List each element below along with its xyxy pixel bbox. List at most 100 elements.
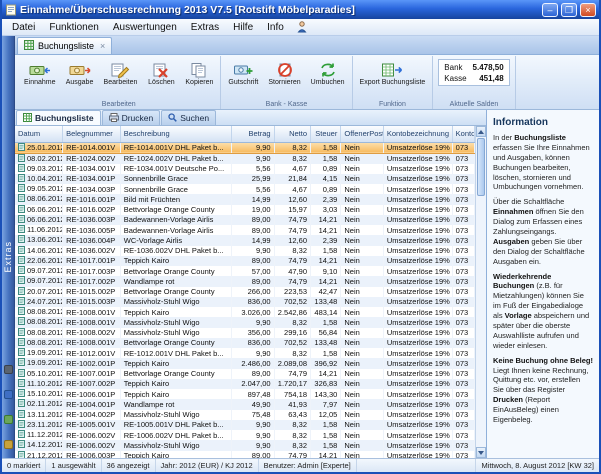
table-row[interactable]: 19.09.2012RE-1002.001PTeppich Kairo2.486… bbox=[15, 358, 475, 368]
extras-icon-4[interactable] bbox=[4, 436, 13, 454]
cell-steuer: 14,21 bbox=[311, 256, 341, 266]
column-header-kontobezeichnung[interactable]: Kontobezeichnung bbox=[383, 126, 452, 142]
cell-datum: 21.12.2012 bbox=[15, 451, 63, 459]
table-row[interactable]: 08.06.2012RE-1016.001PBild mit Früchten1… bbox=[15, 194, 475, 204]
cell-kontobezeichnung: Umsatzerlöse 19% bbox=[383, 358, 452, 368]
table-row[interactable]: 19.09.2012RE-1012.001VRE-1012.001V DHL P… bbox=[15, 348, 475, 358]
table-row[interactable]: 13.11.2012RE-1004.002PMassivholz-Stuhl W… bbox=[15, 410, 475, 420]
table-row[interactable]: 08.08.2012RE-1008.002VMassivholz-Stuhl W… bbox=[15, 328, 475, 338]
cell-kontobezeichnung: Umsatzerlöse 19% bbox=[383, 338, 452, 348]
menu-hilfe[interactable]: Hilfe bbox=[226, 21, 260, 34]
status-segment-4: Benutzer: Admin [Experte] bbox=[259, 459, 357, 472]
view-tab-drucken[interactable]: Drucken bbox=[102, 110, 161, 125]
scrollbar-track[interactable] bbox=[476, 137, 486, 447]
table-row[interactable]: 09.07.2012RE-1017.003PBettvorlage Orange… bbox=[15, 266, 475, 276]
cell-steuer: 14,21 bbox=[311, 276, 341, 286]
table-row[interactable]: 11.10.2012RE-1007.002PTeppich Kairo2.047… bbox=[15, 379, 475, 389]
column-header-belegnummer[interactable]: Belegnummer bbox=[63, 126, 121, 142]
column-header-konto[interactable]: Konto bbox=[452, 126, 474, 142]
table-row[interactable]: 06.06.2012RE-1036.003PBadewannen-Vorlage… bbox=[15, 215, 475, 225]
assistant-icon[interactable] bbox=[297, 21, 307, 33]
cell-netto: 12,60 bbox=[274, 235, 310, 245]
extras-icon-2[interactable] bbox=[4, 386, 13, 404]
cell-steuer: 1,58 bbox=[311, 430, 341, 440]
toolbar-button-l-schen[interactable]: Löschen bbox=[143, 58, 179, 88]
cell-datum: 19.09.2012 bbox=[15, 348, 63, 358]
minimize-button[interactable]: – bbox=[542, 3, 558, 17]
table-row[interactable]: 23.11.2012RE-1005.001VRE-1005.001V DHL P… bbox=[15, 420, 475, 430]
table-row[interactable]: 15.10.2012RE-1006.001PTeppich Kairo897,4… bbox=[15, 389, 475, 399]
table-row[interactable]: 08.08.2012RE-1008.001VBettvorlage Orange… bbox=[15, 338, 475, 348]
table-row[interactable]: 06.06.2012RE-1016.002PBettvorlage Orange… bbox=[15, 205, 475, 215]
cell-datum: 05.10.2012 bbox=[15, 369, 63, 379]
menu-info[interactable]: Info bbox=[260, 21, 291, 34]
table-row[interactable]: 08.02.2012RE-1024.002VRE-1024.002V DHL P… bbox=[15, 153, 475, 164]
toolbar-button-kopieren[interactable]: Kopieren bbox=[181, 58, 217, 88]
view-tab-suchen[interactable]: Suchen bbox=[161, 110, 216, 125]
toolbar-button-export-buchungsliste[interactable]: Export Buchungsliste bbox=[356, 58, 430, 88]
close-button[interactable]: × bbox=[580, 3, 596, 17]
table-row[interactable]: 24.07.2012RE-1015.003PMassivholz-Stuhl W… bbox=[15, 297, 475, 307]
table-row[interactable]: 25.01.2012RE-1014.001VRE-1014.001V DHL P… bbox=[15, 142, 475, 153]
cell-beschreibung: Teppich Kairo bbox=[120, 451, 231, 459]
table-row[interactable]: 14.12.2012RE-1006.002VMassivholz-Stuhl W… bbox=[15, 440, 475, 450]
table-row[interactable]: 05.10.2012RE-1007.001PBettvorlage Orange… bbox=[15, 369, 475, 379]
cell-konto: 073 bbox=[452, 389, 474, 399]
cell-steuer: 2,39 bbox=[311, 235, 341, 245]
table-row[interactable]: 11.12.2012RE-1006.002VRE-1006.002V DHL P… bbox=[15, 430, 475, 440]
toolbar-button-ausgabe[interactable]: Ausgabe bbox=[62, 58, 98, 88]
table-row[interactable]: 22.06.2012RE-1017.001PTeppich Kairo89,00… bbox=[15, 256, 475, 266]
cell-betrag: 19,00 bbox=[232, 205, 275, 215]
toolbar-button-gutschrift[interactable]: Gutschrift bbox=[224, 58, 262, 88]
cell-datum: 23.11.2012 bbox=[15, 420, 63, 430]
menu-auswertungen[interactable]: Auswertungen bbox=[106, 21, 184, 34]
stornieren-icon bbox=[276, 61, 294, 78]
table-row[interactable]: 09.05.2012RE-1034.003PSonnenbrille Grace… bbox=[15, 184, 475, 194]
table-row[interactable]: 09.07.2012RE-1017.002PWandlampe rot89,00… bbox=[15, 276, 475, 286]
toolbar-button-einnahme[interactable]: Einnahme bbox=[20, 58, 60, 88]
table-row[interactable]: 14.06.2012RE-1036.002VRE-1036.002V DHL P… bbox=[15, 246, 475, 256]
tab-close-icon[interactable]: × bbox=[98, 41, 105, 51]
maximize-button[interactable]: ❐ bbox=[561, 3, 577, 17]
extras-icon-1[interactable] bbox=[4, 361, 13, 379]
tab-buchungsliste[interactable]: Buchungsliste × bbox=[17, 37, 112, 54]
cell-belegnummer: RE-1034.001P bbox=[63, 174, 121, 184]
toolbar-button-bearbeiten[interactable]: Bearbeiten bbox=[100, 58, 142, 88]
menu-extras[interactable]: Extras bbox=[184, 21, 226, 34]
table-row[interactable]: 10.04.2012RE-1034.001PSonnenbrille Grace… bbox=[15, 174, 475, 184]
table-row[interactable]: 08.08.2012RE-1008.001VTeppich Kairo3.026… bbox=[15, 307, 475, 317]
status-segment-2: 36 angezeigt bbox=[102, 459, 156, 472]
scrollbar-thumb[interactable] bbox=[477, 138, 485, 196]
column-header-steuer[interactable]: Steuer bbox=[311, 126, 341, 142]
extras-sidebar[interactable]: Extras bbox=[2, 36, 15, 458]
cell-kontobezeichnung: Umsatzerlöse 19% bbox=[383, 420, 452, 430]
column-header-datum[interactable]: Datum bbox=[15, 126, 63, 142]
scroll-down-icon[interactable] bbox=[476, 447, 486, 458]
table-row[interactable]: 09.03.2012RE-1034.001VRE-1034.001V Deuts… bbox=[15, 164, 475, 174]
column-header-beschreibung[interactable]: Beschreibung bbox=[120, 126, 231, 142]
table-row[interactable]: 21.12.2012RE-1006.003PTeppich Kairo89,00… bbox=[15, 451, 475, 459]
menu-datei[interactable]: Datei bbox=[5, 21, 42, 34]
table-row[interactable]: 20.07.2012RE-1015.002PBettvorlage Orange… bbox=[15, 287, 475, 297]
cell-belegnummer: RE-1006.002V bbox=[63, 430, 121, 440]
extras-icon-3[interactable] bbox=[4, 411, 13, 429]
cell-betrag: 89,00 bbox=[232, 276, 275, 286]
menu-funktionen[interactable]: Funktionen bbox=[42, 21, 105, 34]
table-row[interactable]: 02.11.2012RE-1004.001PWandlampe rot49,90… bbox=[15, 399, 475, 409]
toolbar-group-aktuelle-salden: Bank5.478,50Kasse451,48Aktuelle Salden bbox=[433, 56, 515, 109]
table-row[interactable]: 11.06.2012RE-1036.005PBadewannen-Vorlage… bbox=[15, 225, 475, 235]
bookings-table[interactable]: DatumBelegnummerBeschreibungBetragNettoS… bbox=[15, 126, 475, 458]
column-header-offenerposten[interactable]: OffenerPosten bbox=[341, 126, 384, 142]
table-row[interactable]: 08.08.2012RE-1008.001VMassivholz-Stuhl W… bbox=[15, 317, 475, 327]
scroll-up-icon[interactable] bbox=[476, 126, 486, 137]
toolbar-button-umbuchen[interactable]: Umbuchen bbox=[307, 58, 349, 88]
cell-beschreibung: RE-1005.001V DHL Paket b... bbox=[120, 420, 231, 430]
toolbar-button-stornieren[interactable]: Stornieren bbox=[264, 58, 304, 88]
column-header-netto[interactable]: Netto bbox=[274, 126, 310, 142]
view-tab-buchungsliste[interactable]: Buchungsliste bbox=[16, 110, 101, 125]
column-header-betrag[interactable]: Betrag bbox=[232, 126, 275, 142]
vertical-scrollbar[interactable] bbox=[475, 126, 486, 458]
cell-steuer: 9,10 bbox=[311, 266, 341, 276]
table-row[interactable]: 13.06.2012RE-1036.004PWC-Vorlage Airlis1… bbox=[15, 235, 475, 245]
cell-beschreibung: Bettvorlage Orange County bbox=[120, 369, 231, 379]
